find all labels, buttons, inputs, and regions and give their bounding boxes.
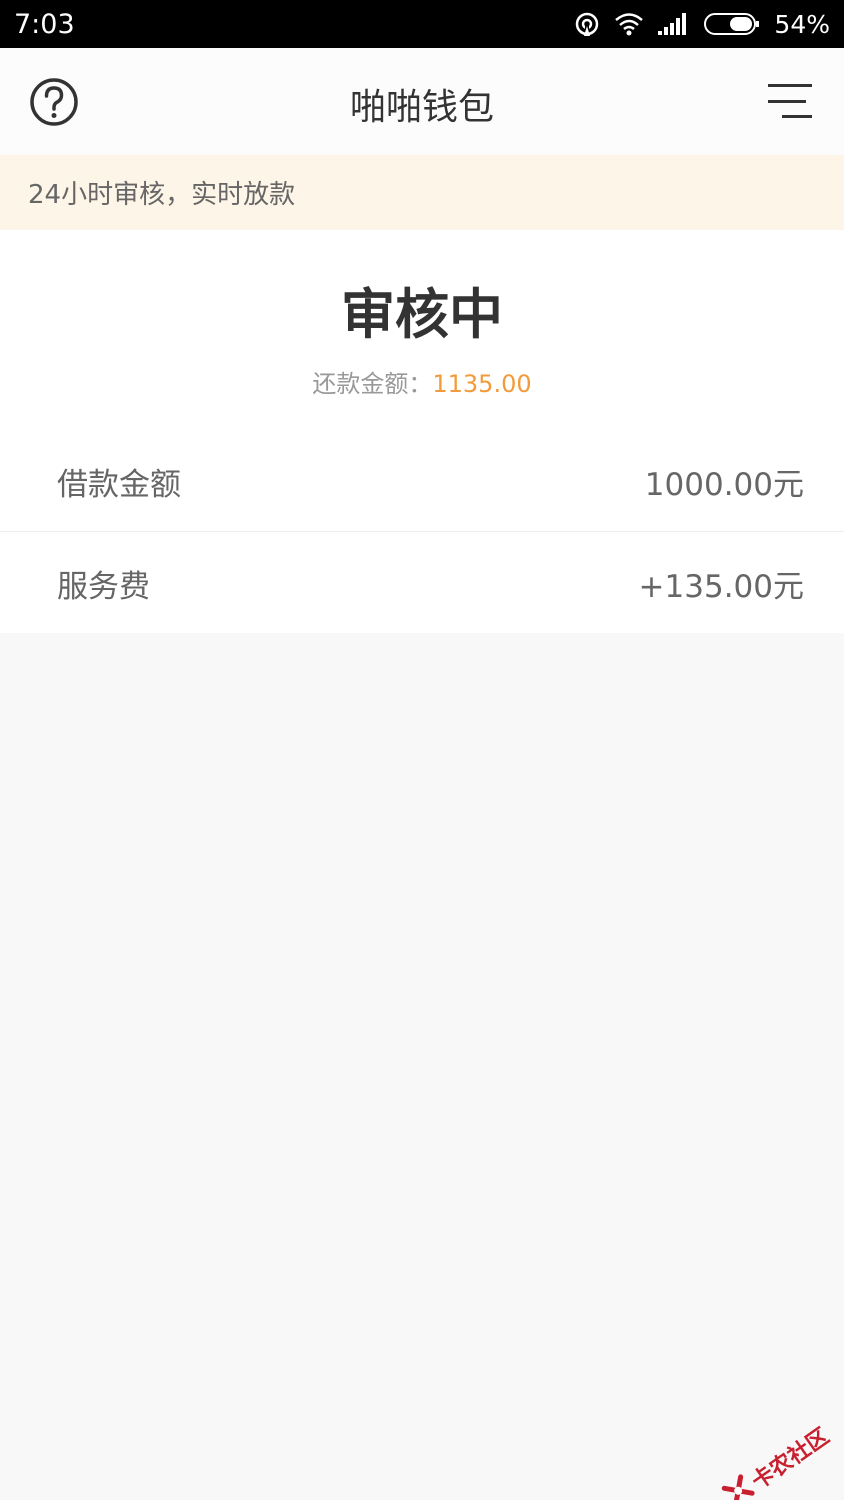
watermark-text: 卡农社区 <box>747 1423 834 1495</box>
detail-row-loan-amount: 借款金额 1000.00元 <box>0 432 844 532</box>
battery-percentage: 54% <box>774 9 830 39</box>
menu-button[interactable] <box>768 82 814 122</box>
status-bar: 7:03 54% <box>0 0 844 48</box>
notice-banner: 24小时审核，实时放款 <box>0 155 844 230</box>
page-title: 啪啪钱包 <box>349 87 494 128</box>
loan-amount-value: 1000.00元 <box>644 467 804 503</box>
detail-row-service-fee: 服务费 +135.00元 <box>0 533 844 633</box>
clock: 7:03 <box>14 8 75 40</box>
hotspot-icon <box>574 11 600 37</box>
repay-amount-line: 还款金额：1135.00 <box>0 364 844 399</box>
watermark: 卡农社区 <box>719 1419 834 1500</box>
signal-icon <box>658 13 690 35</box>
repay-amount-label: 还款金额： <box>312 370 433 398</box>
service-fee-value: +135.00元 <box>638 568 804 605</box>
battery-icon <box>704 12 760 36</box>
app-header: 啪啪钱包 <box>0 48 844 155</box>
loan-amount-label: 借款金额 <box>57 467 181 503</box>
loan-status-card: 审核中 还款金额：1135.00 借款金额 1000.00元 服务费 +135.… <box>0 230 844 633</box>
status-icons: 54% <box>574 10 830 39</box>
repay-amount-value: 1135.00 <box>432 370 532 398</box>
menu-icon <box>768 84 814 126</box>
service-fee-label: 服务费 <box>57 568 150 605</box>
review-status-title: 审核中 <box>341 283 503 346</box>
notice-text: 24小时审核，实时放款 <box>28 180 296 210</box>
wifi-icon <box>614 12 644 36</box>
